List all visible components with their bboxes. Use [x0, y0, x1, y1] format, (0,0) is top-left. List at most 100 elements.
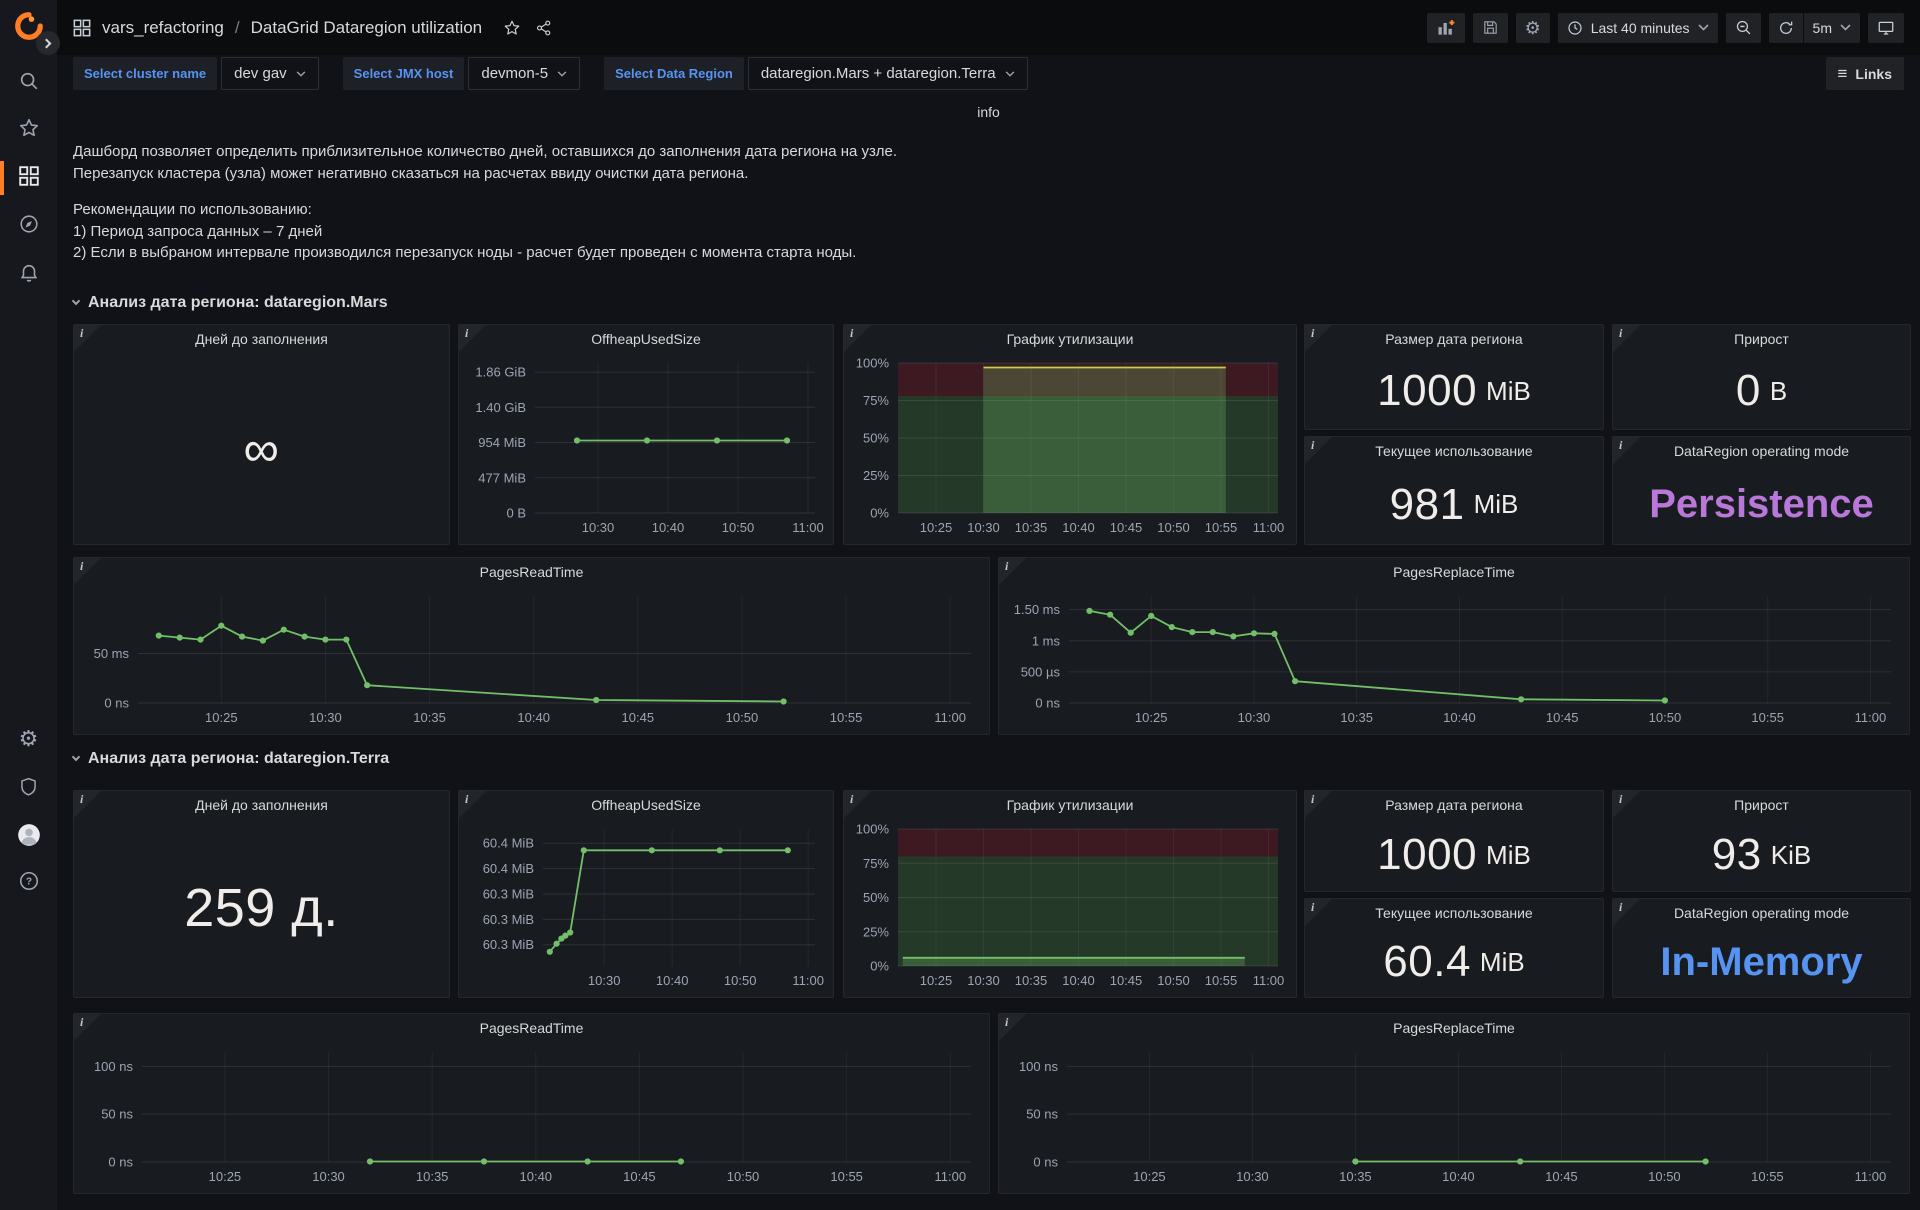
time-series-chart[interactable]: 10:3010:4010:5011:000 B477 MiB954 MiB1.4…: [463, 353, 829, 540]
variable-value-data-region[interactable]: dataregion.Mars + dataregion.Terra: [748, 57, 1028, 90]
panel-title[interactable]: PagesReplaceTime: [999, 1014, 1909, 1042]
dashboard-settings-button[interactable]: ⚙: [1516, 13, 1550, 43]
panel-title[interactable]: Размер дата региона: [1305, 325, 1603, 353]
stat-unit: B: [1770, 376, 1787, 407]
help-icon[interactable]: ?: [0, 870, 57, 892]
panel-title[interactable]: Текущее использование: [1305, 437, 1603, 465]
time-series-chart[interactable]: 10:2510:3010:3510:4010:4510:5010:5511:00…: [1003, 1042, 1905, 1189]
panel-title[interactable]: OffheapUsedSize: [459, 791, 833, 819]
svg-text:0 ns: 0 ns: [108, 1155, 133, 1170]
panel-title[interactable]: OffheapUsedSize: [459, 325, 833, 353]
variable-label-data-region[interactable]: Select Data Region: [604, 57, 744, 90]
panel-info-corner-icon[interactable]: i: [1613, 791, 1640, 818]
panel-utilization-graph-mars: i График утилизации 10:2510:3010:3510:40…: [843, 324, 1297, 545]
panel-info-corner-icon[interactable]: i: [844, 791, 871, 818]
row-header-mars[interactable]: Анализ дата региона: dataregion.Mars: [73, 294, 388, 312]
panel-title[interactable]: Текущее использование: [1305, 899, 1603, 927]
time-series-chart[interactable]: 10:2510:3010:3510:4010:4510:5010:5511:00…: [848, 819, 1292, 993]
stat-unit: KiB: [1771, 840, 1811, 871]
panel-info-corner-icon[interactable]: i: [999, 558, 1026, 585]
panel-title[interactable]: График утилизации: [844, 325, 1296, 353]
stat-unit: MiB: [1486, 840, 1531, 871]
save-dashboard-button[interactable]: [1473, 13, 1508, 43]
avatar[interactable]: [0, 822, 57, 848]
panel-title[interactable]: PagesReadTime: [74, 1014, 989, 1042]
panel-info-corner-icon[interactable]: i: [459, 791, 486, 818]
variable-value-text: dev gav: [234, 65, 287, 82]
stat-value: 1000: [1377, 830, 1477, 880]
alerting-bell-icon[interactable]: [0, 262, 57, 284]
panel-info-corner-icon[interactable]: i: [844, 325, 871, 352]
panel-title[interactable]: Прирост: [1613, 325, 1910, 353]
refresh-button[interactable]: [1769, 13, 1803, 43]
panel-info-corner-icon[interactable]: i: [999, 1014, 1026, 1041]
variable-label-cluster[interactable]: Select cluster name: [73, 57, 217, 90]
svg-text:100%: 100%: [856, 356, 890, 371]
svg-text:10:30: 10:30: [588, 973, 621, 988]
panel-title[interactable]: Дней до заполнения: [74, 791, 449, 819]
row-header-terra[interactable]: Анализ дата региона: dataregion.Terra: [73, 750, 389, 768]
variable-label-jmx-host[interactable]: Select JMX host: [343, 57, 465, 90]
refresh-interval-picker[interactable]: 5m: [1804, 13, 1860, 43]
panel-info-corner-icon[interactable]: i: [1305, 437, 1332, 464]
panel-offheap-used-size-mars: i OffheapUsedSize 10:3010:4010:5011:000 …: [458, 324, 834, 545]
time-series-chart[interactable]: 10:2510:3010:3510:4010:4510:5010:5511:00…: [78, 1042, 985, 1189]
apps-grid-icon[interactable]: [73, 19, 91, 37]
panel-info-corner-icon[interactable]: i: [1613, 899, 1640, 926]
variable-value-jmx-host[interactable]: devmon-5: [468, 57, 580, 90]
links-button-label: Links: [1855, 66, 1892, 82]
panel-info-corner-icon[interactable]: i: [74, 791, 101, 818]
panel-title[interactable]: PagesReplaceTime: [999, 558, 1909, 586]
panel-info-corner-icon[interactable]: i: [74, 558, 101, 585]
panel-info-corner-icon[interactable]: i: [1613, 325, 1640, 352]
panel-title[interactable]: DataRegion operating mode: [1613, 899, 1910, 927]
svg-text:10:35: 10:35: [413, 710, 446, 725]
panel-info-corner-icon[interactable]: i: [1305, 791, 1332, 818]
svg-text:10:35: 10:35: [1339, 1169, 1372, 1184]
links-button[interactable]: ≡ Links: [1826, 57, 1905, 90]
panel-title[interactable]: Дней до заполнения: [74, 325, 449, 353]
variable-value-text: devmon-5: [481, 65, 548, 82]
star-icon[interactable]: [0, 117, 57, 139]
time-series-chart[interactable]: 10:3010:4010:5011:0060.3 MiB60.3 MiB60.3…: [463, 819, 829, 993]
svg-text:11:00: 11:00: [934, 710, 966, 725]
panel-info-corner-icon[interactable]: i: [1305, 325, 1332, 352]
time-series-chart[interactable]: 10:2510:3010:3510:4010:4510:5010:5511:00…: [1003, 586, 1905, 730]
share-icon[interactable]: [535, 19, 553, 37]
stat-unit: MiB: [1480, 947, 1525, 978]
explore-compass-icon[interactable]: [0, 213, 57, 235]
time-series-chart[interactable]: 10:2510:3010:3510:4010:4510:5010:5511:00…: [848, 353, 1292, 540]
stat-value: ∞: [243, 420, 279, 478]
info-panel-title[interactable]: info: [57, 104, 1920, 120]
variable-value-cluster[interactable]: dev gav: [221, 57, 319, 90]
time-series-chart[interactable]: 10:2510:3010:3510:4010:4510:5010:5511:00…: [78, 586, 985, 730]
panel-title[interactable]: PagesReadTime: [74, 558, 989, 586]
panel-title[interactable]: Прирост: [1613, 791, 1910, 819]
refresh-interval-label: 5m: [1813, 20, 1832, 36]
panel-title[interactable]: DataRegion operating mode: [1613, 437, 1910, 465]
add-panel-button[interactable]: [1427, 13, 1465, 43]
panel-info-corner-icon[interactable]: i: [74, 1014, 101, 1041]
panel-current-usage-mars: i Текущее использование 981 MiB: [1304, 436, 1604, 545]
sidebar-item-dashboards[interactable]: [0, 165, 57, 187]
svg-text:10:55: 10:55: [1751, 710, 1784, 725]
panel-info-corner-icon[interactable]: i: [1305, 899, 1332, 926]
panel-title[interactable]: Размер дата региона: [1305, 791, 1603, 819]
sidebar-expand-button[interactable]: [36, 31, 60, 55]
breadcrumb-folder[interactable]: vars_refactoring: [102, 18, 224, 38]
tv-mode-button[interactable]: [1868, 13, 1904, 43]
favorite-star-icon[interactable]: [503, 19, 521, 37]
shield-icon[interactable]: [0, 776, 57, 797]
panel-info-corner-icon[interactable]: i: [1613, 437, 1640, 464]
search-icon[interactable]: [0, 70, 57, 92]
panel-info-corner-icon[interactable]: i: [459, 325, 486, 352]
dashboard-title[interactable]: DataGrid Dataregion utilization: [251, 18, 483, 38]
zoom-out-button[interactable]: [1726, 13, 1761, 43]
info-line: Дашборд позволяет определить приблизител…: [73, 141, 897, 163]
settings-gear-icon[interactable]: ⚙: [0, 728, 57, 750]
svg-text:10:35: 10:35: [1340, 710, 1373, 725]
chevron-down-icon: [296, 71, 306, 77]
panel-title[interactable]: График утилизации: [844, 791, 1296, 819]
panel-info-corner-icon[interactable]: i: [74, 325, 101, 352]
time-range-picker[interactable]: Last 40 minutes: [1558, 13, 1718, 43]
